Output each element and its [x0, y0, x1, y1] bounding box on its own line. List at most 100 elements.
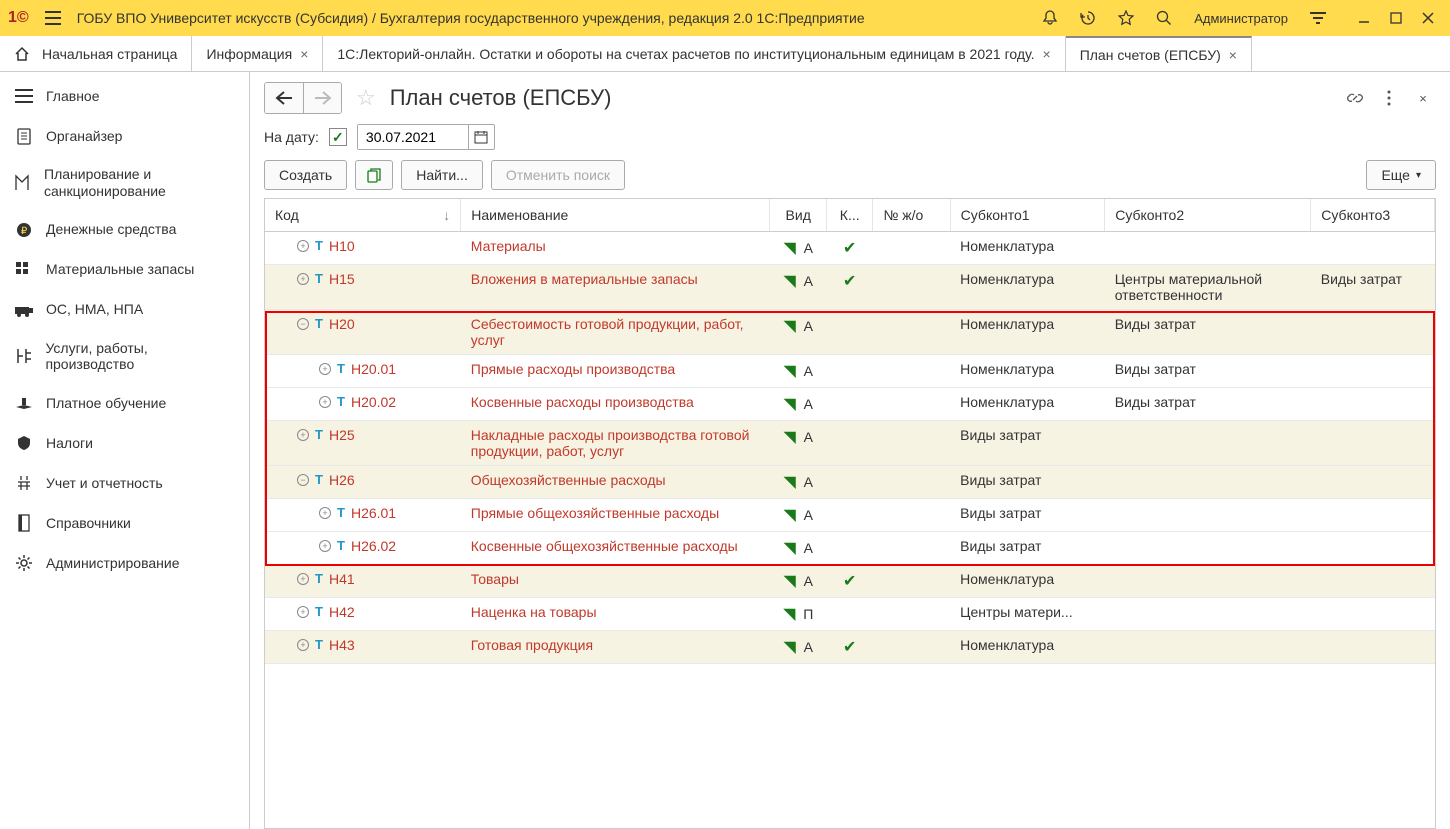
table-row[interactable]: +ТН10Материалы◥ А✔Номенклатура [265, 232, 1435, 265]
search-icon[interactable] [1150, 4, 1178, 32]
collapse-icon[interactable]: − [297, 474, 309, 486]
col-header-s3[interactable]: Субконто3 [1311, 199, 1435, 232]
expand-icon[interactable]: + [319, 396, 331, 408]
calendar-icon[interactable] [468, 125, 494, 149]
expand-icon[interactable]: + [297, 273, 309, 285]
accounts-table-container: Код↓ Наименование Вид К... № ж/о Субконт… [264, 198, 1436, 829]
expand-icon[interactable]: + [297, 429, 309, 441]
expand-icon[interactable]: + [297, 639, 309, 651]
table-row[interactable]: −ТН26Общехозяйственные расходы◥ АВиды за… [265, 466, 1435, 499]
col-header-k[interactable]: К... [827, 199, 873, 232]
account-code: Н42 [329, 604, 355, 620]
table-row[interactable]: +ТН43Готовая продукция◥ А✔Номенклатура [265, 631, 1435, 664]
account-type-icon: Т [337, 538, 345, 553]
date-filter-label: На дату: [264, 129, 319, 145]
table-row[interactable]: +ТН15Вложения в материальные запасы◥ А✔Н… [265, 265, 1435, 310]
subkonto2-cell: Виды затрат [1105, 388, 1311, 421]
subkonto1-cell: Виды затрат [950, 421, 1105, 466]
zo-cell [873, 499, 950, 532]
sidebar-item[interactable]: Справочники [0, 503, 249, 543]
col-header-s2[interactable]: Субконто2 [1105, 199, 1311, 232]
find-button-label: Найти... [416, 167, 468, 183]
expand-icon[interactable]: + [297, 240, 309, 252]
col-header-code[interactable]: Код↓ [265, 199, 461, 232]
expand-icon[interactable]: + [319, 507, 331, 519]
bell-icon[interactable] [1036, 4, 1064, 32]
date-filter-checkbox[interactable]: ✓ [329, 128, 347, 146]
link-icon[interactable] [1342, 85, 1368, 111]
history-icon[interactable] [1074, 4, 1102, 32]
sidebar-item[interactable]: Органайзер [0, 116, 249, 156]
close-icon[interactable]: × [1043, 46, 1051, 62]
sidebar-item[interactable]: Главное [0, 76, 249, 116]
table-row[interactable]: +ТН26.01Прямые общехозяйственные расходы… [265, 499, 1435, 532]
close-form-icon[interactable]: × [1410, 85, 1436, 111]
chevron-down-icon: ▾ [1416, 170, 1421, 181]
vid-mark-icon: ◥ [783, 273, 795, 290]
expand-icon[interactable]: + [297, 606, 309, 618]
k-cell [827, 466, 873, 499]
tab-lecture[interactable]: 1С:Лекторий-онлайн. Остатки и обороты на… [323, 36, 1065, 71]
sidebar-item[interactable]: Налоги [0, 423, 249, 463]
tab-info[interactable]: Информация × [192, 36, 323, 71]
account-name: Косвенные расходы производства [461, 388, 770, 421]
username-label[interactable]: Администратор [1188, 11, 1294, 26]
expand-icon[interactable]: + [319, 363, 331, 375]
account-name: Общехозяйственные расходы [461, 466, 770, 499]
subkonto3-cell [1311, 565, 1435, 598]
account-type-icon: Т [315, 271, 323, 286]
col-header-zo[interactable]: № ж/о [873, 199, 950, 232]
star-icon[interactable] [1112, 4, 1140, 32]
close-icon[interactable]: × [300, 46, 308, 62]
expand-icon[interactable]: + [319, 540, 331, 552]
main-content: ☆ План счетов (ЕПСБУ) × На дату: ✓ Созда… [250, 72, 1450, 829]
sidebar-item[interactable]: Платное обучение [0, 383, 249, 423]
col-header-s1[interactable]: Субконто1 [950, 199, 1105, 232]
kebab-menu-icon[interactable] [1376, 85, 1402, 111]
table-row[interactable]: +ТН20.01Прямые расходы производства◥ АНо… [265, 355, 1435, 388]
nav-forward-button[interactable] [303, 83, 341, 113]
sidebar-icon [14, 433, 34, 453]
find-button[interactable]: Найти... [401, 160, 483, 190]
subkonto1-cell: Номенклатура [950, 388, 1105, 421]
table-row[interactable]: −ТН20Себестоимость готовой продукции, ра… [265, 310, 1435, 355]
sidebar-item[interactable]: ОС, НМА, НПА [0, 290, 249, 330]
tab-chart-of-accounts[interactable]: План счетов (ЕПСБУ) × [1066, 36, 1252, 71]
sidebar-item[interactable]: ₽Денежные средства [0, 210, 249, 250]
maximize-icon[interactable] [1382, 4, 1410, 32]
nav-back-button[interactable] [265, 83, 303, 113]
create-button[interactable]: Создать [264, 160, 347, 190]
sidebar-item[interactable]: Администрирование [0, 543, 249, 583]
collapse-icon[interactable]: − [297, 318, 309, 330]
zo-cell [873, 310, 950, 355]
vid-cell: ◥ А [770, 265, 827, 310]
expand-icon[interactable]: + [297, 573, 309, 585]
copy-button[interactable] [355, 160, 393, 190]
sidebar-item-label: Материальные запасы [46, 261, 194, 278]
hamburger-icon[interactable] [39, 4, 67, 32]
date-input[interactable] [358, 125, 468, 149]
tab-home[interactable]: Начальная страница [0, 36, 192, 71]
sidebar-item[interactable]: Учет и отчетность [0, 463, 249, 503]
table-row[interactable]: +ТН26.02Косвенные общехозяйственные расх… [265, 532, 1435, 565]
more-button[interactable]: Еще ▾ [1366, 160, 1436, 190]
col-header-vid[interactable]: Вид [770, 199, 827, 232]
close-icon[interactable]: × [1229, 47, 1237, 63]
favorite-star-icon[interactable]: ☆ [356, 85, 376, 111]
vid-mark-icon: ◥ [783, 240, 795, 257]
table-row[interactable]: +ТН41Товары◥ А✔Номенклатура [265, 565, 1435, 598]
settings-filter-icon[interactable] [1304, 4, 1332, 32]
table-row[interactable]: +ТН42Наценка на товары◥ ПЦентры матери..… [265, 598, 1435, 631]
zo-cell [873, 466, 950, 499]
sidebar-item[interactable]: Материальные запасы [0, 250, 249, 290]
subkonto3-cell [1311, 598, 1435, 631]
col-header-name[interactable]: Наименование [461, 199, 770, 232]
table-row[interactable]: +ТН20.02Косвенные расходы производства◥ … [265, 388, 1435, 421]
svg-text:₽: ₽ [21, 226, 28, 237]
subkonto1-cell: Номенклатура [950, 232, 1105, 265]
sidebar-item[interactable]: Услуги, работы, производство [0, 330, 249, 384]
table-row[interactable]: +ТН25Накладные расходы производства гото… [265, 421, 1435, 466]
minimize-icon[interactable] [1350, 4, 1378, 32]
close-window-icon[interactable] [1414, 4, 1442, 32]
sidebar-item[interactable]: Планирование и санкционирование [0, 156, 249, 210]
